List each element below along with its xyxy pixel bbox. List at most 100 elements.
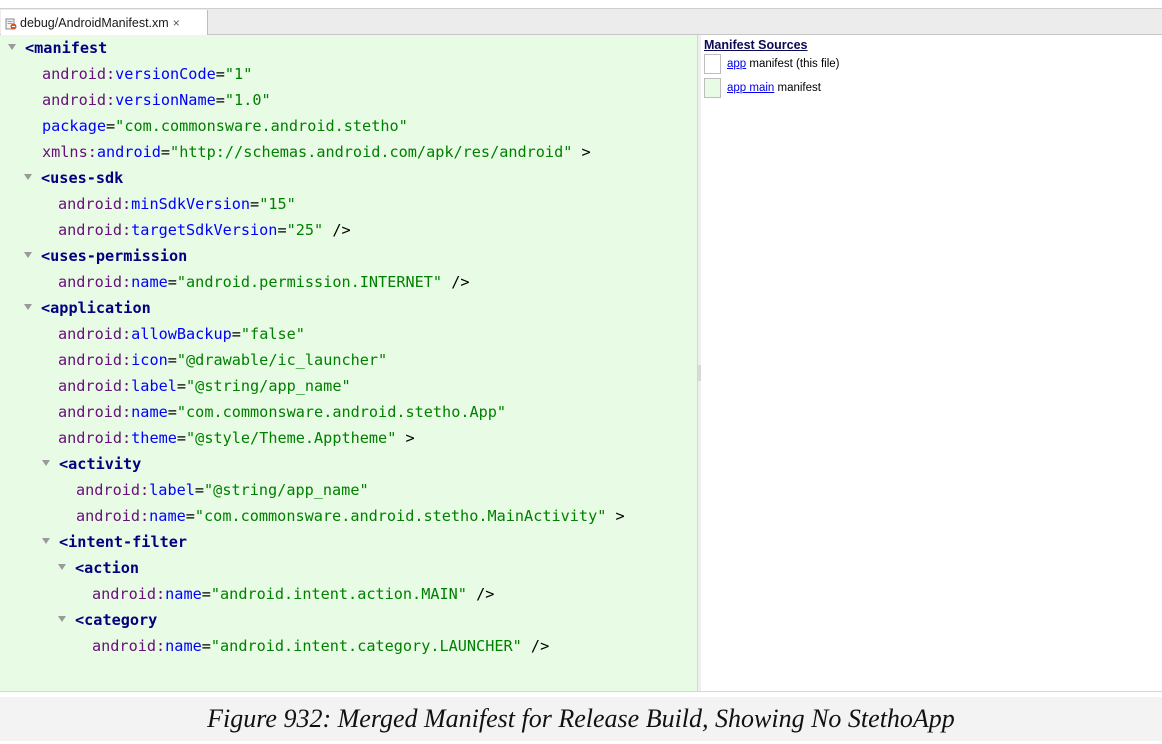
code-token: android: xyxy=(58,377,132,395)
code-token: "@style/Theme.Apptheme" xyxy=(186,429,397,447)
code-token: = xyxy=(106,117,116,135)
manifest-sources-title: Manifest Sources xyxy=(704,38,808,52)
code-line: android:name="android.intent.action.MAIN… xyxy=(92,581,494,607)
code-token: = xyxy=(167,273,177,291)
code-token: < xyxy=(41,247,51,265)
source-item-app-main: app main manifest xyxy=(704,77,821,99)
code-token: android: xyxy=(76,481,150,499)
code-token: = xyxy=(201,585,211,603)
fold-triangle-icon[interactable] xyxy=(58,563,66,570)
source-description: manifest xyxy=(774,82,821,94)
code-token: android: xyxy=(92,585,166,603)
code-token: category xyxy=(84,611,158,629)
code-token: < xyxy=(59,533,69,551)
code-token: "com.commonsware.android.stetho.App" xyxy=(176,403,507,421)
code-token: = xyxy=(194,481,205,499)
code-token: targetSdkVersion xyxy=(131,221,278,239)
code-token: xmlns: xyxy=(42,143,97,161)
fold-triangle-icon[interactable] xyxy=(8,43,16,50)
code-token: "android.permission.INTERNET" xyxy=(176,273,443,291)
manifest-file-icon xyxy=(5,17,17,29)
source-link-app[interactable]: app xyxy=(727,58,746,70)
code-line: android:targetSdkVersion="25" /> xyxy=(58,217,351,243)
code-token: = xyxy=(185,507,195,525)
code-token: android: xyxy=(42,91,116,109)
code-line: package="com.commonsware.android.stetho" xyxy=(42,113,408,139)
bottom-divider xyxy=(0,691,1162,692)
code-token: = xyxy=(201,637,211,655)
merged-manifest-editor[interactable]: <manifest android:versionCode="1" android:… xyxy=(0,35,697,692)
code-token: android: xyxy=(58,221,132,239)
code-token: manifest xyxy=(34,39,108,57)
code-token: > xyxy=(606,507,625,525)
code-token: package xyxy=(42,117,107,135)
code-token: versionName xyxy=(115,91,216,109)
manifest-sources-panel: Manifest Sources app manifest (this file… xyxy=(701,35,1162,692)
fold-triangle-icon[interactable] xyxy=(42,459,50,466)
code-token: minSdkVersion xyxy=(131,195,251,213)
code-token: name xyxy=(131,403,168,421)
close-tab-icon[interactable]: × xyxy=(173,16,180,30)
code-token: "com.commonsware.android.stetho.MainActi… xyxy=(194,507,607,525)
code-token: name xyxy=(131,273,168,291)
code-token: name xyxy=(165,637,202,655)
code-token: "15" xyxy=(259,195,296,213)
code-token: = xyxy=(167,351,177,369)
code-token: "1.0" xyxy=(224,91,271,109)
code-token: theme xyxy=(131,429,177,447)
code-line: android:name="android.permission.INTERNE… xyxy=(58,269,470,295)
source-description: manifest (this file) xyxy=(746,58,840,70)
code-token: android: xyxy=(58,325,132,343)
code-token: = xyxy=(231,325,241,343)
code-token: android: xyxy=(58,429,132,447)
fold-triangle-icon[interactable] xyxy=(58,615,66,622)
fold-triangle-icon[interactable] xyxy=(42,537,50,544)
code-token: name xyxy=(149,507,186,525)
code-token: = xyxy=(250,195,260,213)
tab-android-manifest[interactable]: debug/AndroidManifest.xm × xyxy=(1,10,208,35)
code-token: android: xyxy=(58,273,132,291)
code-line: android:label="@string/app_name" xyxy=(76,477,369,503)
code-line: xmlns:android="http://schemas.android.co… xyxy=(42,139,591,165)
code-line: android:versionCode="1" xyxy=(42,61,252,87)
code-line: <application xyxy=(24,295,151,321)
code-token: > xyxy=(572,143,591,161)
code-token: /> xyxy=(323,221,351,239)
code-token: allowBackup xyxy=(131,325,232,343)
code-token: = xyxy=(176,429,187,447)
editor-tab-bar: debug/AndroidManifest.xm × xyxy=(0,8,1162,35)
code-token: android: xyxy=(76,507,150,525)
code-line: android:name="com.commonsware.android.st… xyxy=(76,503,625,529)
code-token: "http://schemas.android.com/apk/res/andr… xyxy=(170,143,573,161)
code-token: label xyxy=(131,377,177,395)
source-link-app-main[interactable]: app main xyxy=(727,82,774,94)
fold-triangle-icon[interactable] xyxy=(24,173,32,180)
code-token: < xyxy=(59,455,69,473)
code-token: "com.commonsware.android.stetho" xyxy=(115,117,408,135)
code-token: = xyxy=(277,221,287,239)
fold-triangle-icon[interactable] xyxy=(24,251,32,258)
code-token: = xyxy=(160,143,171,161)
code-token: action xyxy=(84,559,140,577)
source-color-swatch xyxy=(704,54,721,74)
code-token: /> xyxy=(466,585,495,603)
code-token: android: xyxy=(42,65,116,83)
code-line: android:versionName="1.0" xyxy=(42,87,271,113)
code-token: < xyxy=(25,39,35,57)
ide-window: debug/AndroidManifest.xm × <manifest andr… xyxy=(0,0,1162,692)
code-line: <category xyxy=(58,607,157,633)
fold-triangle-icon[interactable] xyxy=(24,303,32,310)
code-token: "1" xyxy=(224,65,253,83)
code-token: /> xyxy=(521,637,550,655)
code-token: > xyxy=(396,429,415,447)
tab-label: debug/AndroidManifest.xm xyxy=(20,15,169,30)
code-token: "@string/app_name" xyxy=(204,481,369,499)
code-token: android: xyxy=(58,351,132,369)
code-token: label xyxy=(149,481,195,499)
code-token: "25" xyxy=(286,221,324,239)
code-token: android: xyxy=(58,195,132,213)
code-line: <uses-permission xyxy=(24,243,187,269)
code-token: = xyxy=(167,403,177,421)
code-token: activity xyxy=(68,455,142,473)
code-token: uses-permission xyxy=(50,247,188,265)
